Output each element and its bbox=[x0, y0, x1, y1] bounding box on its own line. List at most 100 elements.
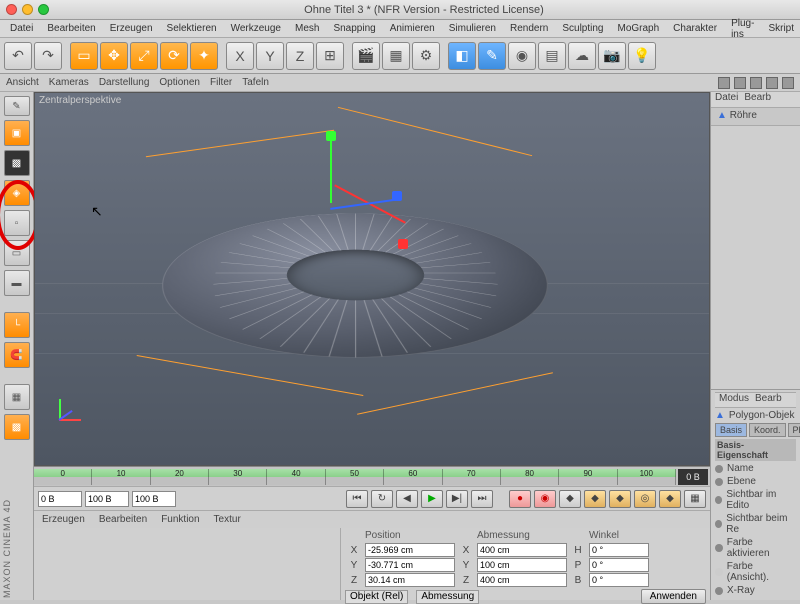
rotate-tool[interactable]: ⟳ bbox=[160, 42, 188, 70]
light-button[interactable]: 💡 bbox=[628, 42, 656, 70]
menu-erzeugen[interactable]: Erzeugen bbox=[104, 21, 159, 36]
coord-ang-field[interactable]: 0 ° bbox=[589, 573, 649, 587]
tube-object[interactable] bbox=[165, 133, 545, 413]
camera-button[interactable]: 📷 bbox=[598, 42, 626, 70]
key-param-button[interactable]: ◆ bbox=[659, 490, 681, 508]
coord-apply-button[interactable]: Anwenden bbox=[641, 589, 706, 604]
coord-ang-field[interactable]: 0 ° bbox=[589, 558, 649, 572]
texture-mode-button[interactable]: ▩ bbox=[4, 150, 30, 176]
menu-skript[interactable]: Skript bbox=[762, 21, 800, 36]
vmenu-tafeln[interactable]: Tafeln bbox=[242, 77, 269, 88]
viewport-zoom-icon[interactable] bbox=[750, 77, 762, 89]
axis-tool-button[interactable]: └ bbox=[4, 312, 30, 338]
point-mode-button[interactable]: ▫ bbox=[4, 210, 30, 236]
om-object-row[interactable]: ▲ Röhre bbox=[711, 108, 800, 126]
generator-button[interactable]: ◉ bbox=[508, 42, 536, 70]
vmenu-darstellung[interactable]: Darstellung bbox=[99, 77, 150, 88]
next-frame-button[interactable]: ▶| bbox=[446, 490, 468, 508]
menu-mesh[interactable]: Mesh bbox=[289, 21, 325, 36]
viewport-nav-icon[interactable] bbox=[718, 77, 730, 89]
gizmo-y-handle[interactable] bbox=[326, 131, 336, 141]
key-scale-button[interactable]: ◆ bbox=[609, 490, 631, 508]
coord-object-mode[interactable]: Objekt (Rel) bbox=[345, 590, 408, 604]
vmenu-ansicht[interactable]: Ansicht bbox=[6, 77, 39, 88]
viewport-3d[interactable]: Zentralperspektive ↖ bbox=[34, 92, 710, 466]
close-icon[interactable] bbox=[6, 4, 17, 15]
viewport-rotate-icon[interactable] bbox=[766, 77, 778, 89]
make-editable-button[interactable]: ✎ bbox=[4, 96, 30, 116]
menu-animieren[interactable]: Animieren bbox=[384, 21, 441, 36]
play-button[interactable]: ▶ bbox=[421, 490, 443, 508]
render-region-button[interactable]: ▦ bbox=[382, 42, 410, 70]
environment-button[interactable]: ☁ bbox=[568, 42, 596, 70]
redo-button[interactable]: ↷ bbox=[34, 42, 62, 70]
menu-selektieren[interactable]: Selektieren bbox=[161, 21, 223, 36]
key-rot-button[interactable]: ◎ bbox=[634, 490, 656, 508]
undo-button[interactable]: ↶ bbox=[4, 42, 32, 70]
minimize-icon[interactable] bbox=[22, 4, 33, 15]
coord-pos-field[interactable]: 30.14 cm bbox=[365, 573, 455, 587]
btab-bearbeiten[interactable]: Bearbeiten bbox=[99, 514, 147, 525]
vmenu-kameras[interactable]: Kameras bbox=[49, 77, 89, 88]
coord-dim-mode[interactable]: Abmessung bbox=[416, 590, 479, 604]
coord-pos-field[interactable]: -25.969 cm bbox=[365, 543, 455, 557]
select-tool[interactable]: ▭ bbox=[70, 42, 98, 70]
btab-erzeugen[interactable]: Erzeugen bbox=[42, 514, 85, 525]
maximize-icon[interactable] bbox=[38, 4, 49, 15]
recent-tool[interactable]: ✦ bbox=[190, 42, 218, 70]
move-tool[interactable]: ✥ bbox=[100, 42, 128, 70]
coord-dim-field[interactable]: 400 cm bbox=[477, 543, 567, 557]
timeline-ruler[interactable]: 0102030405060708090100 0 B bbox=[34, 466, 710, 486]
frame-start-field[interactable]: 0 B bbox=[38, 491, 82, 507]
loop-button[interactable]: ↻ bbox=[371, 490, 393, 508]
render-settings-button[interactable]: ⚙ bbox=[412, 42, 440, 70]
snap-button[interactable]: 🧲 bbox=[4, 342, 30, 368]
btab-funktion[interactable]: Funktion bbox=[161, 514, 199, 525]
coord-system-toggle[interactable]: ⊞ bbox=[316, 42, 344, 70]
menu-plugins[interactable]: Plug-ins bbox=[725, 16, 760, 42]
timeline-end-field[interactable]: 0 B bbox=[678, 469, 708, 485]
model-mode-button[interactable]: ▣ bbox=[4, 120, 30, 146]
vmenu-filter[interactable]: Filter bbox=[210, 77, 232, 88]
menu-mograph[interactable]: MoGraph bbox=[611, 21, 665, 36]
prev-frame-button[interactable]: ◀ bbox=[396, 490, 418, 508]
menu-sculpting[interactable]: Sculpting bbox=[556, 21, 609, 36]
menu-rendern[interactable]: Rendern bbox=[504, 21, 554, 36]
coord-ang-field[interactable]: 0 ° bbox=[589, 543, 649, 557]
object-axis-button[interactable]: ◈ bbox=[4, 180, 30, 206]
frame-current-field[interactable]: 100 B bbox=[132, 491, 176, 507]
menu-charakter[interactable]: Charakter bbox=[667, 21, 723, 36]
edge-mode-button[interactable]: ▭ bbox=[4, 240, 30, 266]
axis-z-toggle[interactable]: Z bbox=[286, 42, 314, 70]
record-button[interactable]: ● bbox=[509, 490, 531, 508]
coord-pos-field[interactable]: -30.771 cm bbox=[365, 558, 455, 572]
scale-tool[interactable]: ⤢ bbox=[130, 42, 158, 70]
goto-start-button[interactable]: ⏮ bbox=[346, 490, 368, 508]
primitive-cube-button[interactable]: ◧ bbox=[448, 42, 476, 70]
btab-textur[interactable]: Textur bbox=[214, 514, 241, 525]
viewport-pan-icon[interactable] bbox=[734, 77, 746, 89]
gizmo-z-handle[interactable] bbox=[392, 191, 402, 201]
workplane-button[interactable]: ▦ bbox=[4, 384, 30, 410]
attr-menu-modus[interactable]: Modus bbox=[719, 393, 749, 407]
goto-end-button[interactable]: ⏭ bbox=[471, 490, 493, 508]
locked-workplane-button[interactable]: ▩ bbox=[4, 414, 30, 440]
coord-dim-field[interactable]: 100 cm bbox=[477, 558, 567, 572]
deformer-button[interactable]: ▤ bbox=[538, 42, 566, 70]
polygon-mode-button[interactable]: ▬ bbox=[4, 270, 30, 296]
om-menu-bearb[interactable]: Bearb bbox=[744, 92, 771, 107]
keyframe-sel-button[interactable]: ◆ bbox=[559, 490, 581, 508]
menu-bearbeiten[interactable]: Bearbeiten bbox=[41, 21, 101, 36]
menu-snapping[interactable]: Snapping bbox=[327, 21, 381, 36]
axis-y-toggle[interactable]: Y bbox=[256, 42, 284, 70]
coord-dim-field[interactable]: 400 cm bbox=[477, 573, 567, 587]
om-menu-datei[interactable]: Datei bbox=[715, 92, 738, 107]
vmenu-optionen[interactable]: Optionen bbox=[159, 77, 200, 88]
gizmo-x-handle[interactable] bbox=[398, 239, 408, 249]
frame-end-field[interactable]: 100 B bbox=[85, 491, 129, 507]
spline-pen-button[interactable]: ✎ bbox=[478, 42, 506, 70]
attr-menu-bearb[interactable]: Bearb bbox=[755, 393, 782, 407]
menu-werkzeuge[interactable]: Werkzeuge bbox=[225, 21, 287, 36]
attr-tab-basis[interactable]: Basis bbox=[715, 423, 747, 437]
menu-simulieren[interactable]: Simulieren bbox=[443, 21, 502, 36]
